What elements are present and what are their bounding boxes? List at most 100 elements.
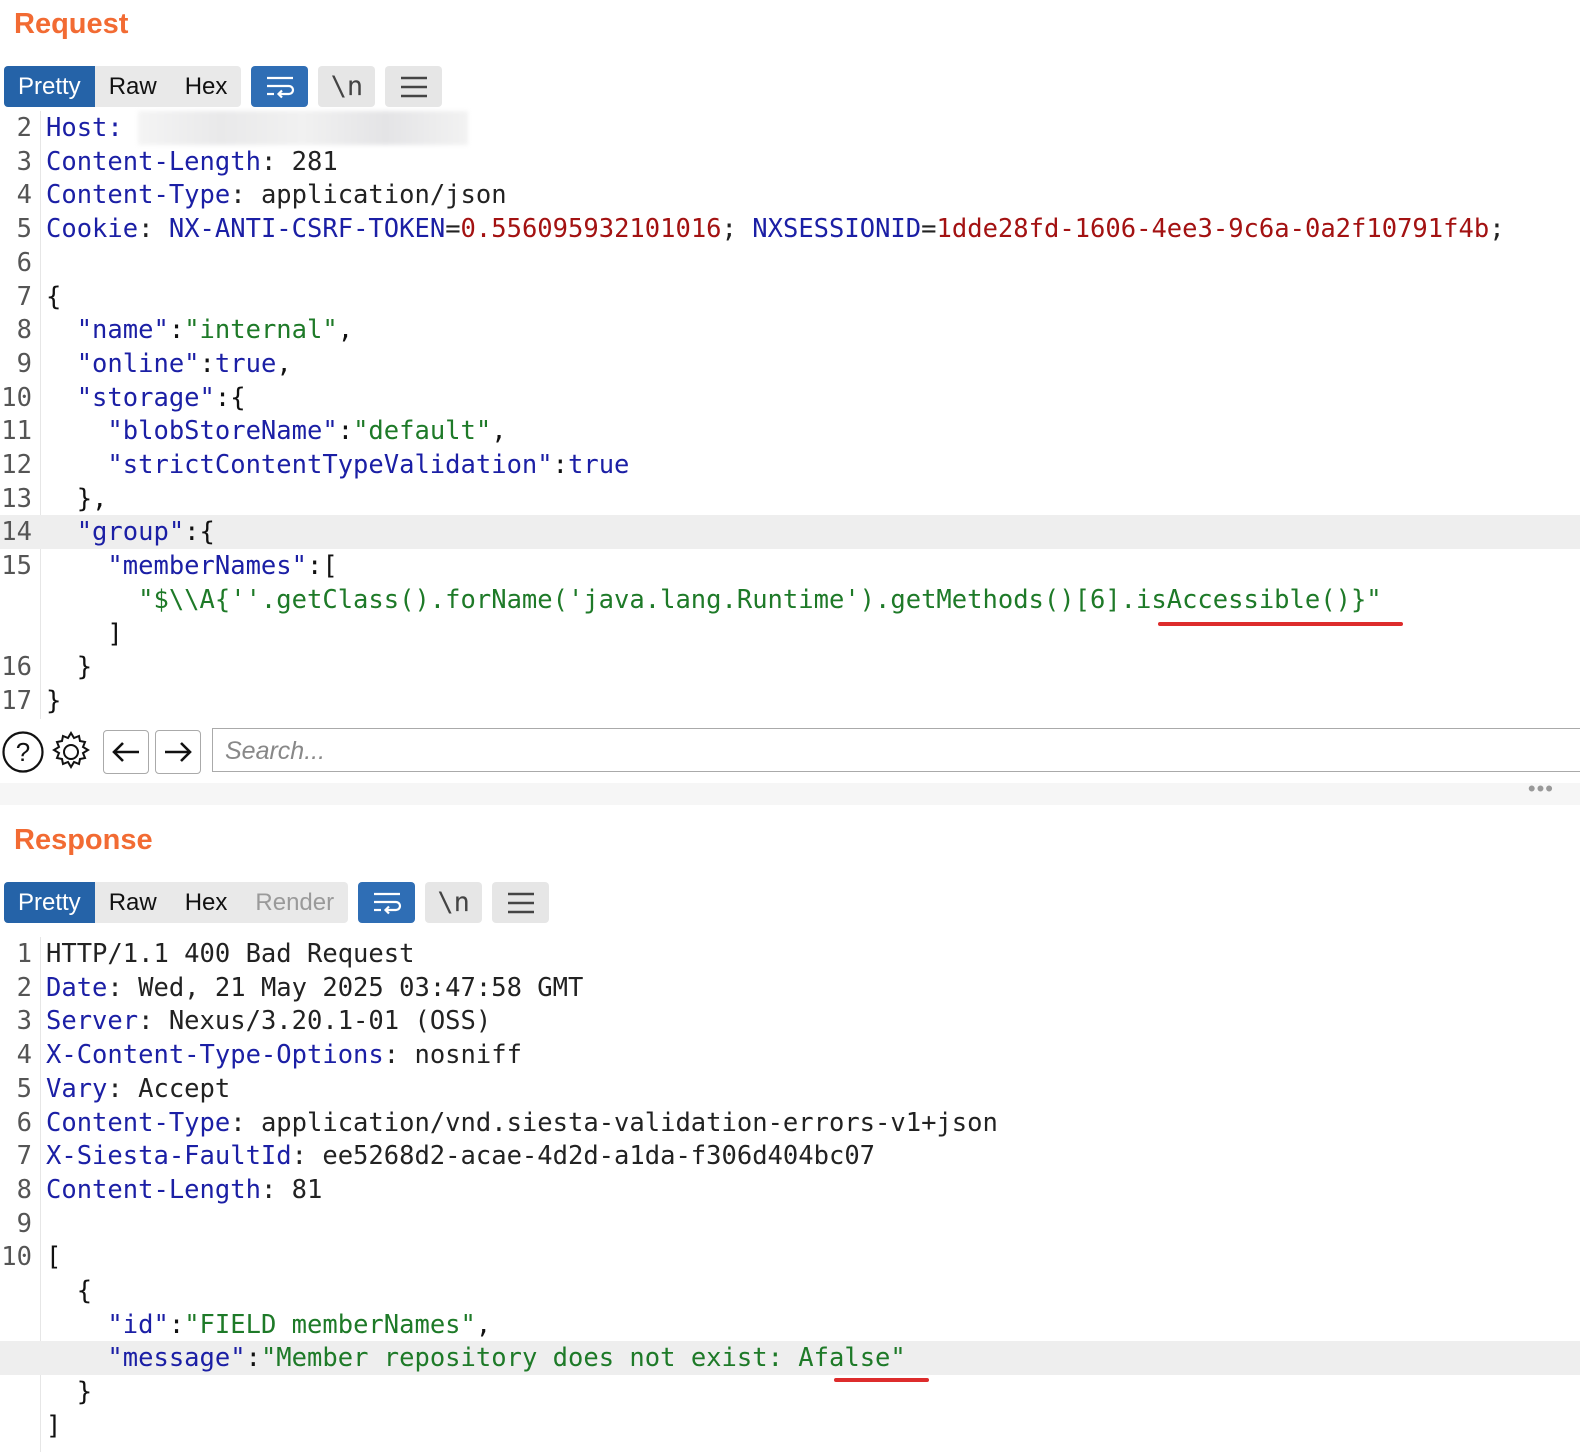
code-token: Vary [46, 1073, 108, 1104]
code-token: } [46, 1377, 93, 1408]
code-token: :{ [214, 382, 246, 413]
menu-button[interactable] [492, 882, 550, 923]
request-editor[interactable]: 2 Host: 3 Content-Length: 281 4 Content-Type… [0, 111, 1580, 719]
next-match-button[interactable] [155, 730, 201, 774]
code-token: HTTP/1.1 400 Bad Request [46, 939, 415, 969]
line-content: Cookie: NX-ANTI-CSRF-TOKEN=0.55609593210… [46, 212, 1505, 246]
code-token: :{ [184, 517, 215, 548]
menu-icon [507, 892, 534, 913]
code-token: 0.556095932101016 [460, 214, 722, 245]
code-token: 1dde28fd-1606-4ee3-9c6a-0a2f10791f4b [936, 214, 1490, 245]
request-code-line: 8 "name":"internal", [0, 313, 1580, 347]
code-token: Content-Type [46, 180, 231, 211]
code-token: { [46, 1276, 93, 1306]
line-number: 7 [16, 1141, 32, 1172]
tab-hex[interactable]: Hex [171, 882, 242, 923]
line-number: 17 [1, 685, 32, 716]
help-button[interactable]: ? [0, 730, 46, 774]
request-code-line: "$\\A{''.getClass().forName('java.lang.R… [0, 583, 1580, 617]
line-content: ] [46, 1409, 61, 1443]
line-number: 9 [16, 348, 32, 379]
newline-icon: \n [330, 71, 364, 102]
word-wrap-button[interactable] [251, 66, 309, 107]
code-token: { [46, 281, 62, 312]
pane-divider[interactable] [0, 783, 1580, 805]
response-code-line: 10 [ [0, 1240, 1580, 1274]
settings-button[interactable] [48, 730, 94, 774]
request-code-line: 15 "memberNames":[ [0, 549, 1580, 583]
tab-hex[interactable]: Hex [171, 66, 242, 107]
line-number: 2 [16, 113, 32, 143]
line-content: ] [46, 617, 122, 651]
line-content: { [46, 280, 61, 314]
code-token: : [552, 450, 568, 480]
code-token: "strictContentTypeValidation" [46, 450, 553, 480]
tab-raw[interactable]: Raw [95, 66, 171, 107]
line-number: 10 [1, 382, 32, 413]
request-code-line: 12 "strictContentTypeValidation":true [0, 448, 1580, 482]
newline-button[interactable]: \n [318, 66, 376, 107]
request-code-line: 7{ [0, 280, 1580, 314]
line-number: 15 [1, 551, 32, 582]
response-code-line: 6 Content-Type: application/vnd.siesta-va… [0, 1106, 1580, 1140]
response-editor[interactable]: 1 HTTP/1.1 400 Bad Request 2 Date: Wed, 21 … [0, 937, 1580, 1452]
response-code-line: 9 [0, 1207, 1580, 1241]
code-token: } [46, 652, 93, 683]
tab-pretty[interactable]: Pretty [4, 882, 95, 923]
newline-button[interactable]: \n [425, 882, 483, 923]
tab-raw[interactable]: Raw [95, 882, 171, 923]
request-code-line: 2 Host: [0, 111, 1580, 145]
response-code-line: 7 X-Siesta-FaultId: ee5268d2-acae-4d2d-a1… [0, 1139, 1580, 1173]
menu-icon [400, 76, 427, 97]
code-token: : Accept [107, 1073, 231, 1104]
previous-match-button[interactable] [103, 730, 149, 774]
code-token: : [337, 416, 354, 447]
line-content: Server: Nexus/3.20.1-01 (OSS) [46, 1004, 491, 1038]
arrow-left-icon [112, 742, 139, 762]
line-number: 16 [1, 652, 32, 683]
response-highlight-underline [834, 1378, 929, 1382]
line-content: } [46, 684, 61, 718]
search-input[interactable]: Search... [212, 728, 1580, 772]
line-content: Content-Length: 81 [46, 1173, 322, 1207]
request-search-bar: ? Search... [0, 728, 1580, 778]
line-content: "message":"Member repository does not ex… [46, 1341, 905, 1375]
code-token: Content-Length [46, 1174, 261, 1205]
word-wrap-button[interactable] [358, 882, 416, 923]
code-token: ; [1489, 214, 1505, 245]
line-number: 8 [16, 1174, 32, 1205]
line-number: 8 [16, 315, 32, 346]
line-content: "$\\A{''.getClass().forName('java.lang.R… [46, 583, 1382, 617]
code-token: X-Content-Type-Options [46, 1040, 384, 1071]
code-token: : [168, 315, 185, 346]
request-code-line: 9 "online":true, [0, 347, 1580, 381]
line-number: 6 [16, 247, 32, 278]
code-token: Server [46, 1006, 139, 1037]
request-view-tabs: Pretty Raw Hex [4, 66, 242, 107]
code-token: : [199, 348, 215, 379]
menu-button[interactable] [385, 66, 443, 107]
code-token: "internal" [184, 315, 338, 346]
request-code-line: 3 Content-Length: 281 [0, 145, 1580, 179]
tab-pretty[interactable]: Pretty [4, 66, 95, 107]
line-number: 4 [16, 1040, 32, 1071]
code-token: "name" [46, 315, 169, 346]
code-token: ] [46, 1410, 62, 1441]
code-token: "message" [46, 1343, 246, 1374]
code-token: Content-Type [46, 1107, 231, 1138]
request-code-line: 16 } [0, 650, 1580, 684]
line-content: } [46, 650, 92, 684]
response-code-line: { [0, 1274, 1580, 1308]
tab-render[interactable]: Render [241, 882, 348, 923]
code-token: : application/vnd.siesta-validation-erro… [230, 1107, 998, 1138]
response-view-tabs: Pretty Raw Hex Render [4, 882, 349, 923]
drag-handle-icon[interactable]: ••• [1528, 776, 1554, 802]
line-content: "id":"FIELD memberNames", [46, 1308, 491, 1342]
gear-icon [52, 731, 90, 769]
code-token: } [46, 685, 62, 716]
line-content: Content-Type: application/json [46, 178, 507, 212]
line-number: 1 [16, 939, 32, 969]
response-code-line: 2 Date: Wed, 21 May 2025 03:47:58 GMT [0, 971, 1580, 1005]
line-number: 5 [16, 1073, 32, 1104]
line-number: 11 [1, 416, 32, 447]
